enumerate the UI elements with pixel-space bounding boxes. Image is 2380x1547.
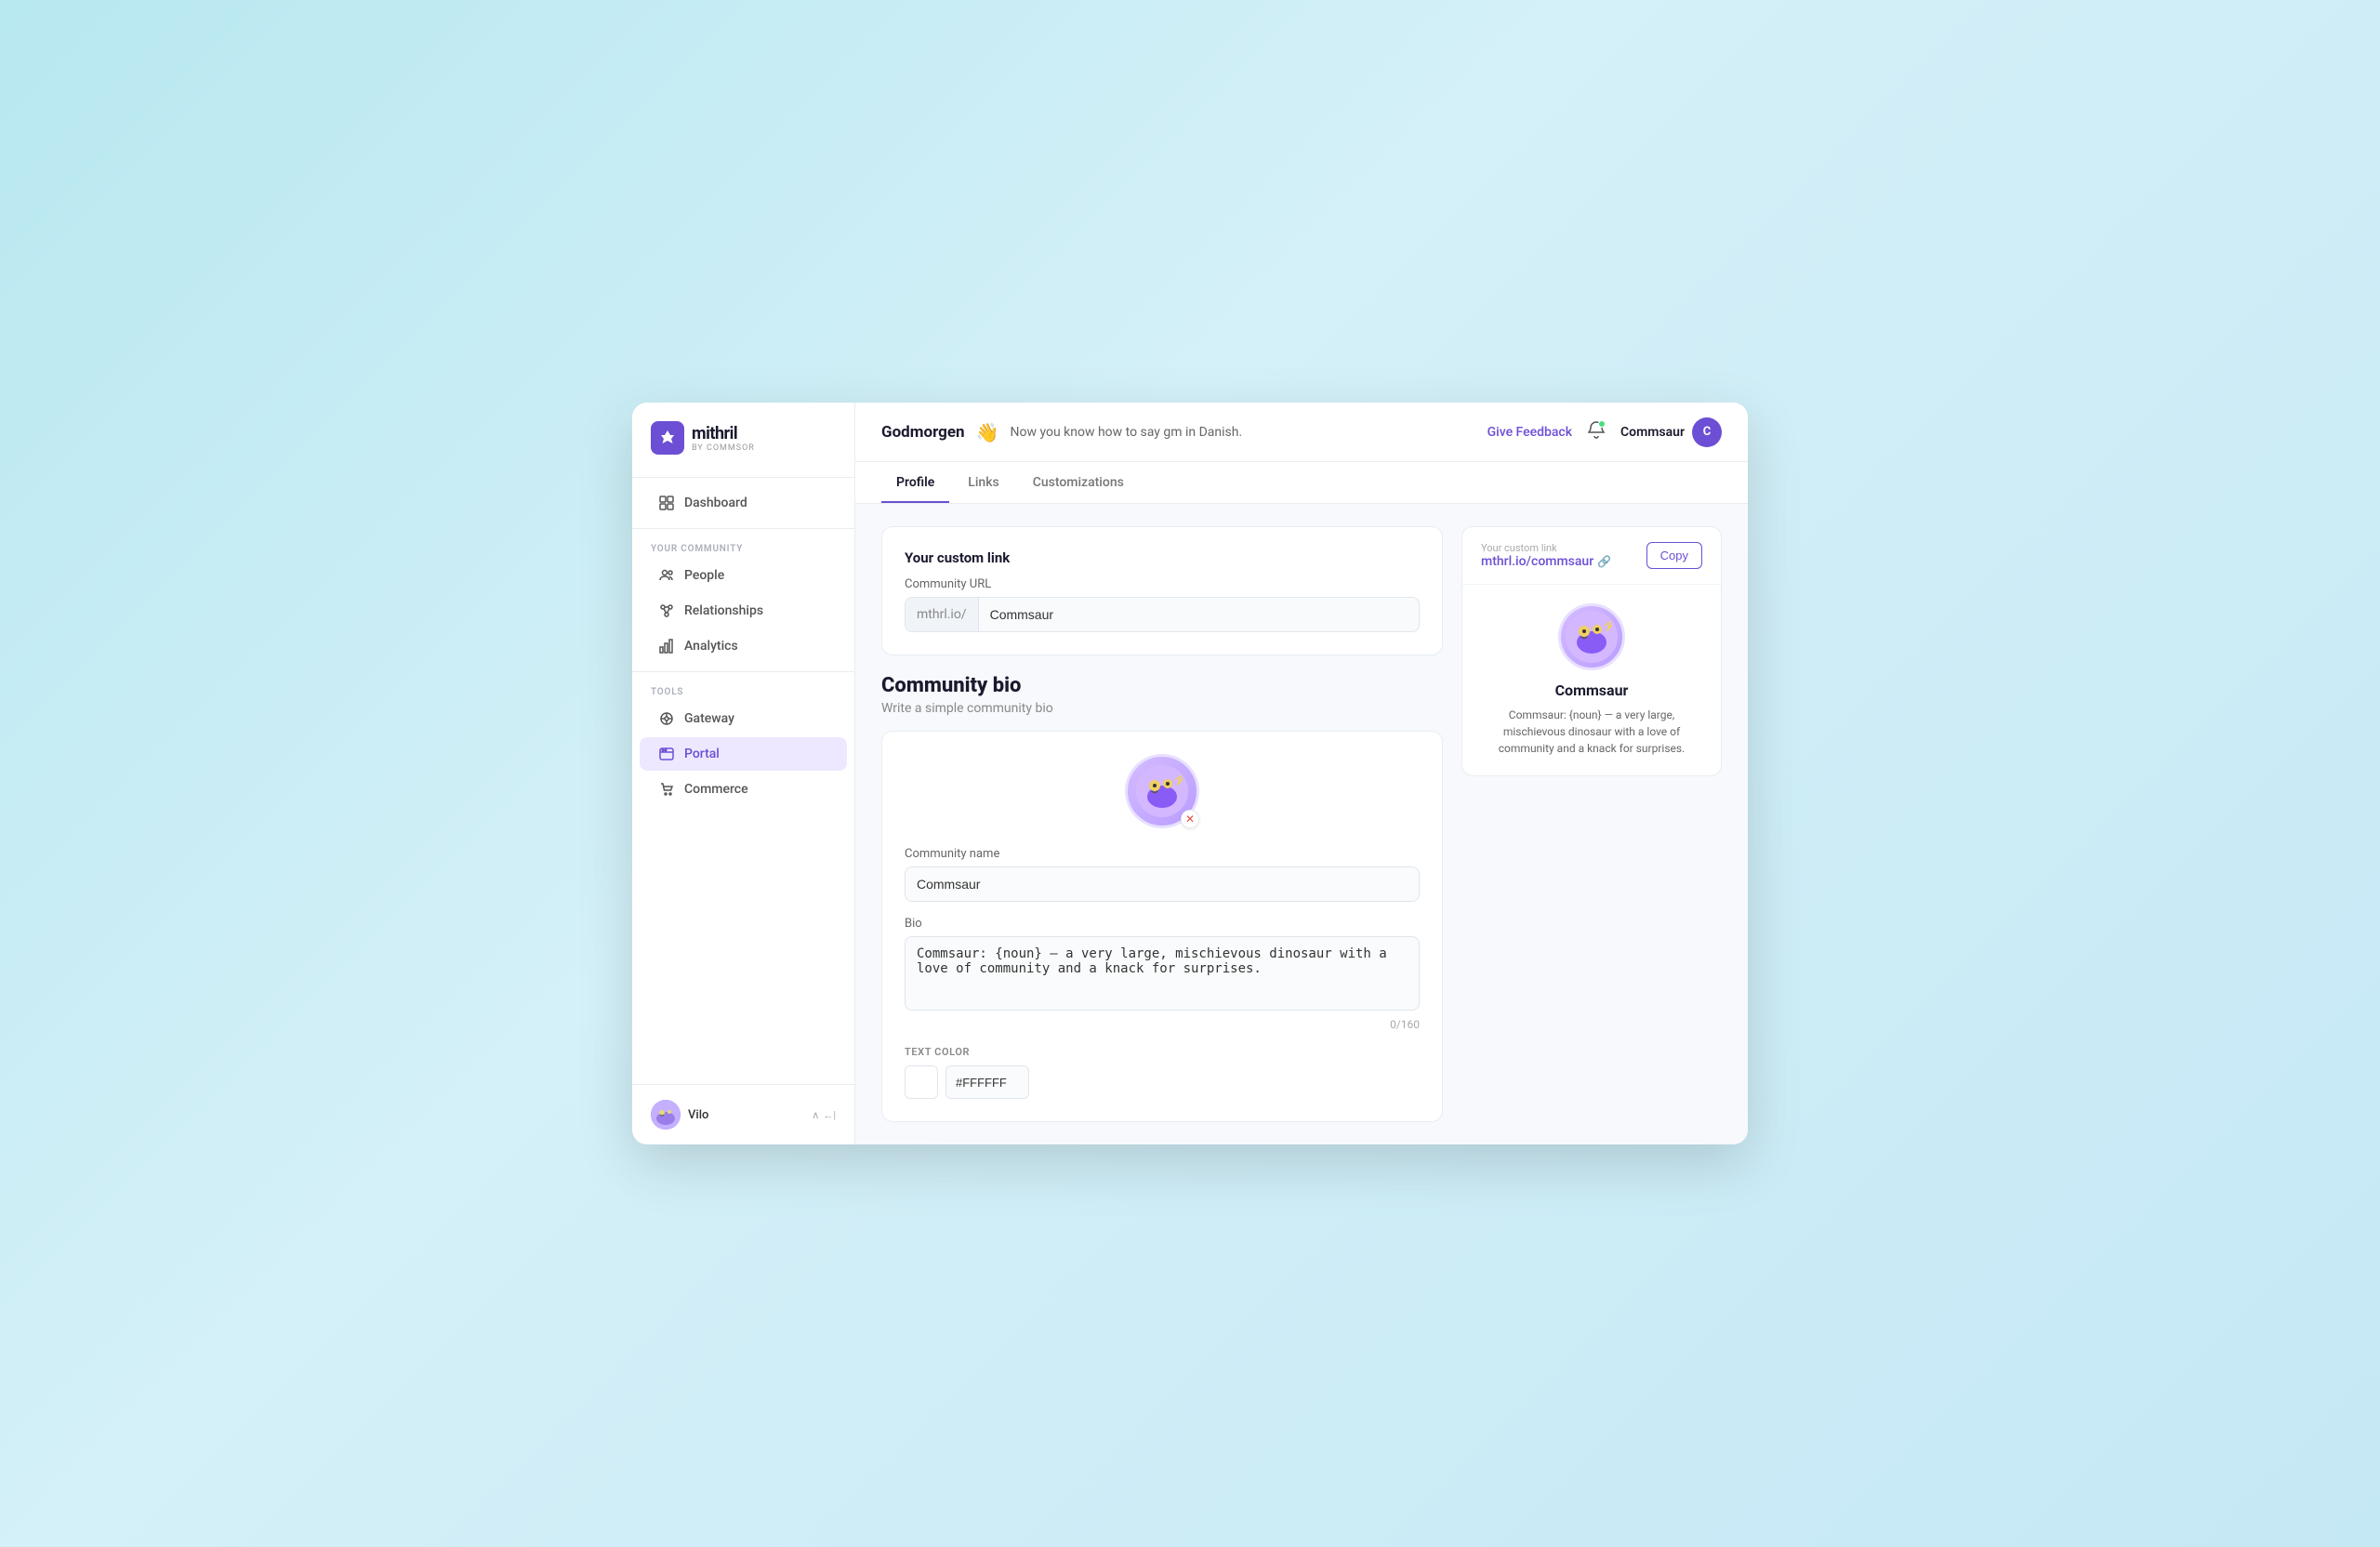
preview-avatar xyxy=(1558,603,1625,670)
tab-links[interactable]: Links xyxy=(953,462,1013,503)
sidebar-item-people[interactable]: People xyxy=(640,559,847,592)
text-color-label: TEXT COLOR xyxy=(905,1046,1420,1058)
bio-textarea[interactable]: Commsaur: {noun} — a very large, mischie… xyxy=(905,936,1420,1011)
logo-name: mithril xyxy=(692,424,755,443)
sidebar: mithril BY COMMSOR Dashboard YOUR COMMUN… xyxy=(632,403,855,1144)
url-prefix: mthrl.io/ xyxy=(906,598,979,631)
right-panel-card: Your custom link mthrl.io/commsaur 🔗 Cop… xyxy=(1461,526,1722,776)
notification-bell[interactable] xyxy=(1587,420,1606,443)
community-bio-section: Community bio Write a simple community b… xyxy=(881,674,1443,1122)
content-right: Your custom link mthrl.io/commsaur 🔗 Cop… xyxy=(1461,526,1722,1122)
community-name-label: Community name xyxy=(905,847,1420,861)
content-left: Your custom link Community URL mthrl.io/… xyxy=(881,526,1443,1122)
collapse-icon: ←| xyxy=(823,1109,836,1121)
app-window: mithril BY COMMSOR Dashboard YOUR COMMUN… xyxy=(632,403,1748,1144)
header-actions: Give Feedback Commsaur C xyxy=(1488,417,1722,447)
sidebar-item-label: Commerce xyxy=(684,782,748,797)
color-input-group xyxy=(905,1065,1420,1099)
give-feedback-link[interactable]: Give Feedback xyxy=(1488,425,1572,440)
sidebar-item-relationships[interactable]: Relationships xyxy=(640,594,847,628)
sidebar-item-gateway[interactable]: Gateway xyxy=(640,702,847,735)
preview-area: Commsaur Commsaur: {noun} — a very large… xyxy=(1462,584,1721,775)
logo-sub: BY COMMSOR xyxy=(692,443,755,453)
right-panel-link-info: Your custom link mthrl.io/commsaur 🔗 xyxy=(1481,542,1611,569)
community-url-label: Community URL xyxy=(905,577,1420,591)
link-icon: 🔗 xyxy=(1597,555,1611,568)
avatar-wrapper: ✕ xyxy=(1125,754,1199,828)
dashboard-icon xyxy=(658,495,675,511)
sidebar-divider-community xyxy=(632,528,854,529)
avatar-remove-button[interactable]: ✕ xyxy=(1181,810,1199,828)
sidebar-item-label: Relationships xyxy=(684,603,763,618)
bio-section-title: Community bio xyxy=(881,674,1443,697)
url-input-group: mthrl.io/ xyxy=(905,597,1420,632)
people-icon xyxy=(658,567,675,584)
user-controls[interactable]: ∧ ←| xyxy=(812,1109,836,1121)
bio-card: ✕ Community name Bio Commsaur: {noun} — … xyxy=(881,731,1443,1122)
tab-customizations[interactable]: Customizations xyxy=(1018,462,1139,503)
gateway-icon xyxy=(658,710,675,727)
sidebar-item-commerce[interactable]: Commerce xyxy=(640,773,847,806)
custom-link-card: Your custom link Community URL mthrl.io/ xyxy=(881,526,1443,655)
right-panel-custom-link-label: Your custom link xyxy=(1481,542,1611,554)
community-section-label: YOUR COMMUNITY xyxy=(632,536,854,558)
header-user-avatar: C xyxy=(1692,417,1722,447)
custom-link-card-title: Your custom link xyxy=(905,549,1420,566)
preview-bio: Commsaur: {noun} — a very large, mischie… xyxy=(1481,707,1702,757)
sidebar-item-label: Analytics xyxy=(684,639,738,654)
community-name-group: Community name xyxy=(905,847,1420,902)
tab-profile[interactable]: Profile xyxy=(881,462,949,503)
url-input[interactable] xyxy=(979,598,1419,631)
sidebar-item-label: Gateway xyxy=(684,711,734,726)
right-panel-link-header: Your custom link mthrl.io/commsaur 🔗 Cop… xyxy=(1462,527,1721,584)
preview-name: Commsaur xyxy=(1555,681,1629,699)
right-panel-custom-link-url: mthrl.io/commsaur 🔗 xyxy=(1481,554,1611,569)
header-emoji: 👋 xyxy=(976,421,999,443)
content-area: Your custom link Community URL mthrl.io/… xyxy=(855,504,1748,1144)
community-name-input[interactable] xyxy=(905,866,1420,902)
sidebar-item-analytics[interactable]: Analytics xyxy=(640,629,847,663)
sidebar-item-label: Dashboard xyxy=(684,496,747,510)
color-swatch[interactable] xyxy=(905,1065,938,1099)
main-content: Godmorgen 👋 Now you know how to say gm i… xyxy=(855,403,1748,1144)
portal-icon xyxy=(658,746,675,762)
sidebar-divider-top xyxy=(632,477,854,478)
user-info[interactable]: Commsaur C xyxy=(1620,417,1722,447)
bio-label: Bio xyxy=(905,917,1420,931)
commerce-icon xyxy=(658,781,675,798)
logo-text: mithril BY COMMSOR xyxy=(692,424,755,453)
sidebar-divider-tools xyxy=(632,671,854,672)
color-hex-input[interactable] xyxy=(945,1065,1029,1099)
sidebar-item-portal[interactable]: Portal xyxy=(640,737,847,771)
avatar-upload-area[interactable]: ✕ xyxy=(905,754,1420,828)
sidebar-item-label: People xyxy=(684,568,724,583)
bio-section-subtitle: Write a simple community bio xyxy=(881,701,1443,716)
sidebar-item-dashboard[interactable]: Dashboard xyxy=(640,486,847,520)
page-tabs-bar: Profile Links Customizations xyxy=(855,462,1748,504)
header-subtitle: Now you know how to say gm in Danish. xyxy=(1010,425,1475,440)
relationships-icon xyxy=(658,602,675,619)
logo-icon xyxy=(651,421,684,455)
sidebar-user-name: Vilo xyxy=(688,1108,804,1122)
header-user-name: Commsaur xyxy=(1620,425,1685,440)
logo-area: mithril BY COMMSOR xyxy=(632,403,854,469)
copy-button[interactable]: Copy xyxy=(1646,542,1702,569)
text-color-section: TEXT COLOR xyxy=(905,1046,1420,1099)
tools-section-label: TOOLS xyxy=(632,680,854,701)
bio-group: Bio Commsaur: {noun} — a very large, mis… xyxy=(905,917,1420,1031)
header-greeting: Godmorgen xyxy=(881,423,965,442)
chevron-up-icon: ∧ xyxy=(812,1109,819,1121)
analytics-icon xyxy=(658,638,675,654)
sidebar-footer: Vilo ∧ ←| xyxy=(632,1084,854,1144)
char-count: 0/160 xyxy=(905,1018,1420,1031)
notification-dot xyxy=(1598,420,1606,428)
top-header: Godmorgen 👋 Now you know how to say gm i… xyxy=(855,403,1748,462)
user-avatar-small xyxy=(651,1100,681,1130)
sidebar-item-label: Portal xyxy=(684,747,720,761)
